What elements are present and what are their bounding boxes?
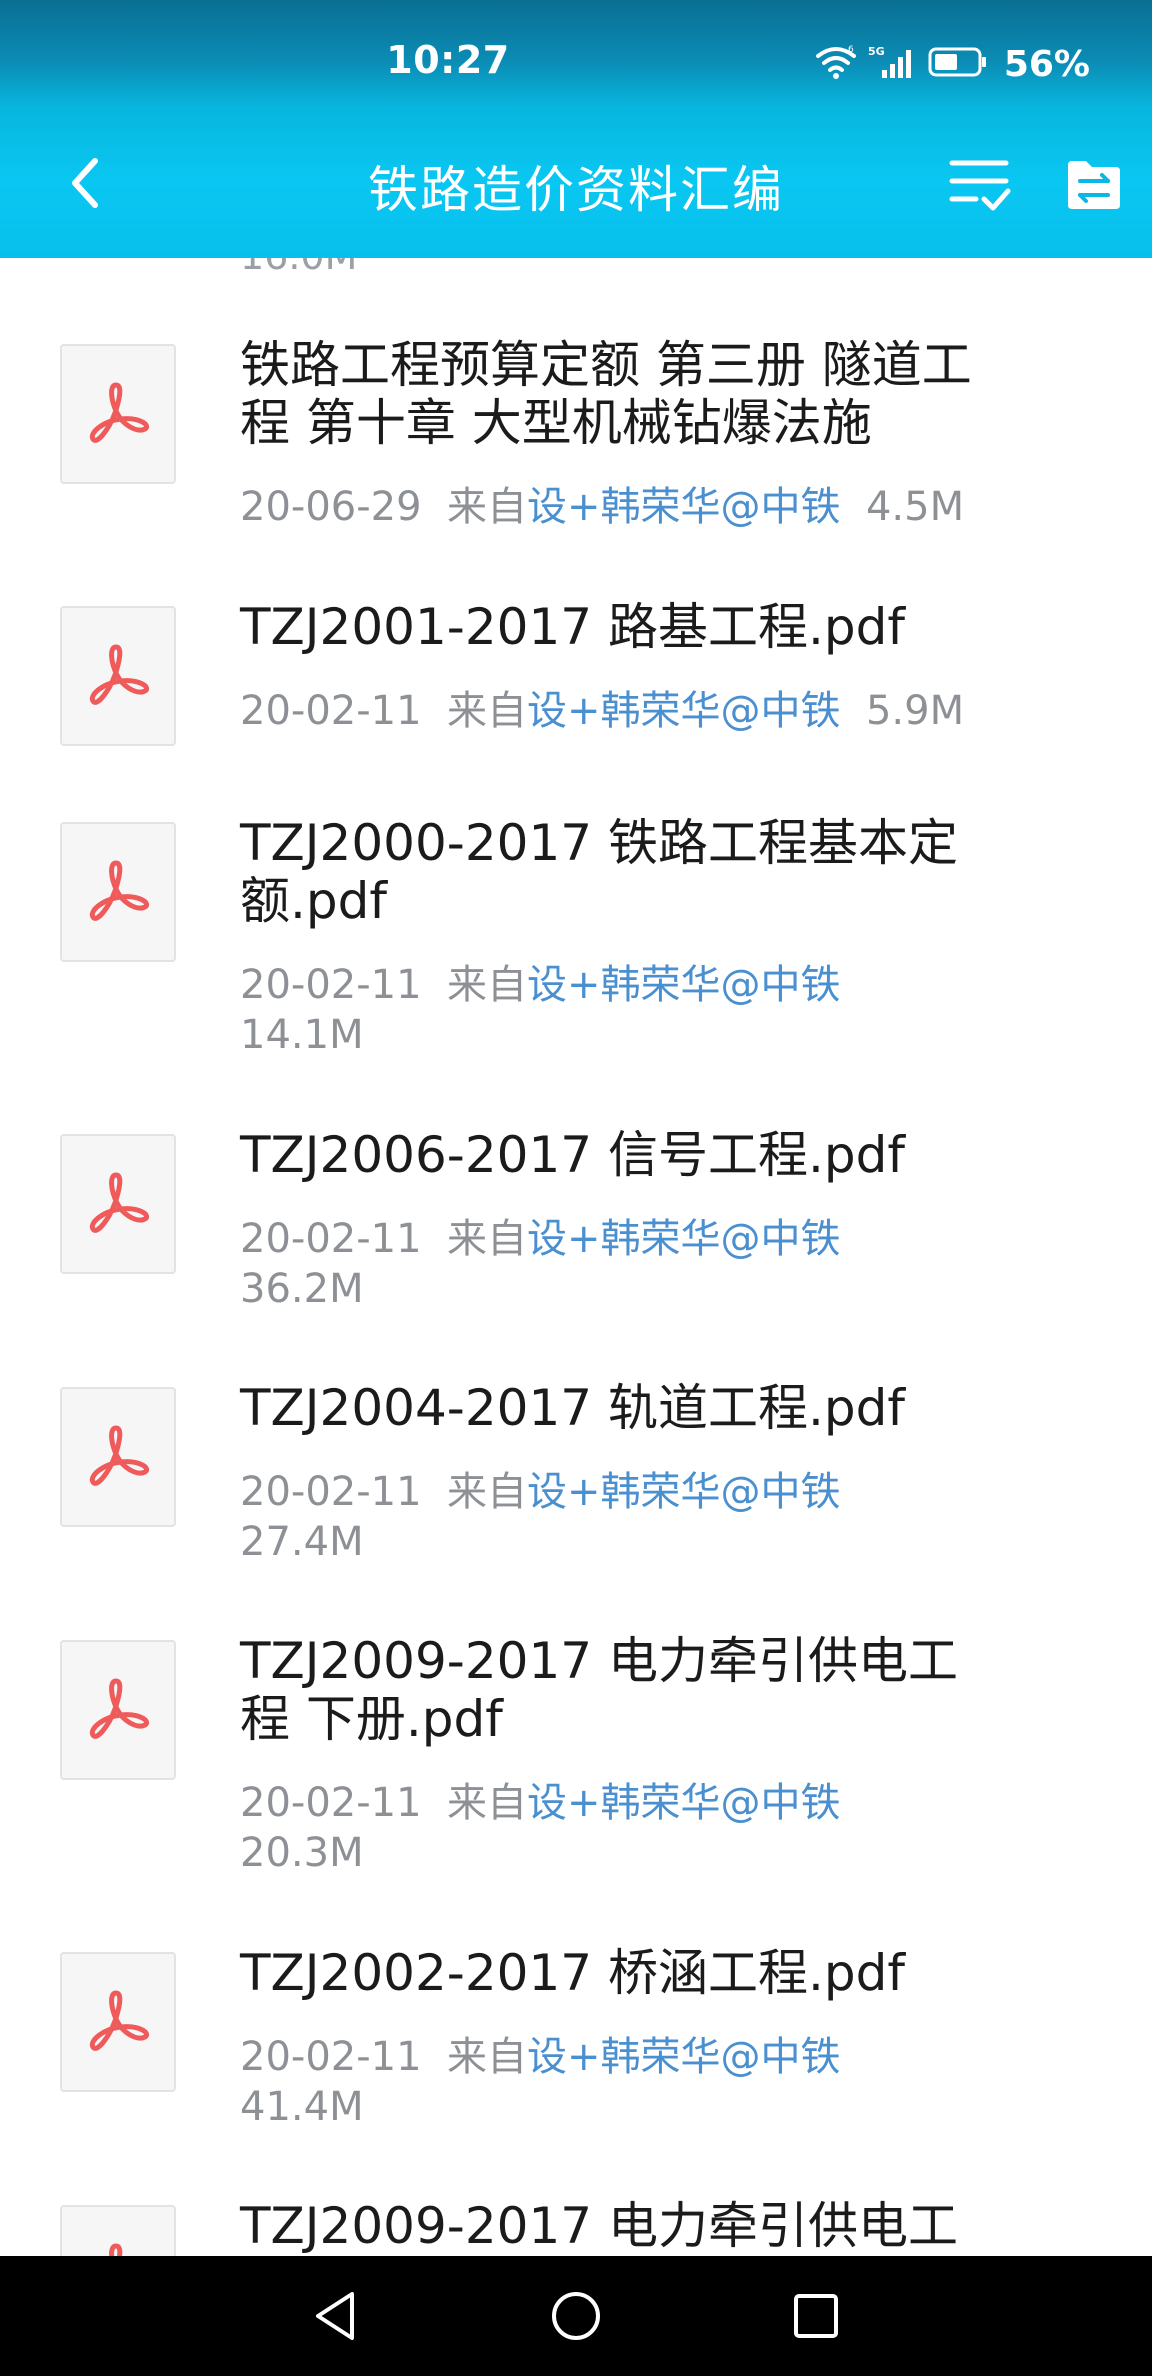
sender-link[interactable]: 设+韩荣华@中铁 (527, 962, 841, 1008)
from-label: 来自 (447, 1780, 527, 1826)
pdf-icon (109, 2243, 123, 2256)
multi-select-button[interactable] (944, 152, 1016, 218)
battery-percent: 56% (1003, 43, 1090, 85)
system-nav-bar (0, 2256, 1152, 2376)
file-size: 5.9M (865, 688, 965, 734)
pdf-file-thumbnail (60, 1387, 176, 1527)
folder-button[interactable] (1058, 152, 1130, 218)
pdf-icon (89, 1172, 149, 1233)
chevron-left-icon (72, 158, 98, 208)
file-meta: 20-02-11 来自设+韩荣华@中铁 5.9M (240, 686, 980, 736)
file-date: 20-02-11 (240, 962, 422, 1008)
file-meta: 20-02-11 来自设+韩荣华@中铁 41.4M (240, 2032, 980, 2132)
triangle-back-icon (316, 2292, 354, 2340)
sender-link[interactable]: 设+韩荣华@中铁 (527, 688, 841, 734)
pdf-file-thumbnail (60, 1952, 176, 2092)
svg-text:6: 6 (848, 45, 854, 55)
sender-link[interactable]: 设+韩荣华@中铁 (527, 1469, 841, 1515)
file-date: 20-02-11 (240, 2034, 422, 2080)
file-date: 20-02-11 (240, 1780, 422, 1826)
file-name: TZJ2006-2017 信号工程.pdf (240, 1126, 905, 1184)
folder-transfer-icon (1068, 161, 1120, 209)
from-label: 来自 (447, 1469, 527, 1515)
file-size: 36.2M (240, 1266, 364, 1312)
cellular-signal-icon: 5G (868, 44, 918, 84)
title-bar: 铁路造价资料汇编 (0, 108, 1152, 258)
sender-link[interactable]: 设+韩荣华@中铁 (527, 484, 841, 530)
file-name: TZJ2009-2017 电力牵引供电工程 下册.pdf (240, 1632, 958, 1748)
nav-recents-button[interactable] (784, 2284, 848, 2348)
list-check-icon (949, 160, 1011, 211)
file-meta: 20-02-11 来自设+韩荣华@中铁 36.2M (240, 1214, 980, 1314)
file-name: TZJ2002-2017 桥涵工程.pdf (240, 1944, 905, 2002)
nav-back-button[interactable] (304, 2284, 368, 2348)
file-name: TZJ2004-2017 轨道工程.pdf (240, 1379, 905, 1437)
status-time: 10:27 (386, 38, 510, 82)
pdf-icon (89, 644, 149, 705)
file-list[interactable]: 16.0M 铁路工程预算定额 第三册 隧道工程 第十章 大型机械钻爆法施 20-… (0, 258, 1152, 2256)
file-size: 41.4M (240, 2084, 364, 2130)
status-bar: 10:27 6 5G 56% (0, 0, 1152, 108)
file-size: 27.4M (240, 1519, 364, 1565)
file-name: TZJ2009-2017 电力牵引供电工 (240, 2197, 958, 2255)
circle-home-icon (552, 2292, 600, 2340)
pdf-icon (89, 1425, 149, 1486)
pdf-file-thumbnail (60, 1640, 176, 1780)
pdf-icon (89, 1678, 149, 1739)
file-date: 20-02-11 (240, 1469, 422, 1515)
file-date: 20-02-11 (240, 1216, 422, 1262)
wifi-icon: 6 (814, 44, 858, 84)
status-icons: 6 5G 56% (814, 43, 1090, 85)
pdf-file-thumbnail (60, 1134, 176, 1274)
pdf-file-thumbnail (60, 2205, 176, 2256)
battery-icon (928, 46, 988, 82)
network-type-label: 5G (868, 45, 885, 58)
pdf-icon (89, 1990, 149, 2051)
square-recents-icon (794, 2294, 838, 2338)
file-date: 20-06-29 (240, 484, 422, 530)
file-name: 铁路工程预算定额 第三册 隧道工程 第十章 大型机械钻爆法施 (240, 336, 972, 452)
page-title: 铁路造价资料汇编 (368, 161, 784, 219)
from-label: 来自 (447, 2034, 527, 2080)
file-meta: 20-02-11 来自设+韩荣华@中铁 27.4M (240, 1467, 980, 1567)
from-label: 来自 (447, 688, 527, 734)
file-meta: 20-06-29 来自设+韩荣华@中铁 4.5M (240, 482, 980, 532)
file-name: TZJ2000-2017 铁路工程基本定额.pdf (240, 814, 958, 930)
sender-link[interactable]: 设+韩荣华@中铁 (527, 1216, 841, 1262)
file-size: 4.5M (865, 484, 965, 530)
sender-link[interactable]: 设+韩荣华@中铁 (527, 1780, 841, 1826)
pdf-icon (89, 382, 149, 443)
pdf-file-thumbnail (60, 822, 176, 962)
file-size: 20.3M (240, 1830, 364, 1876)
app-header: 10:27 6 5G 56% 铁路造价资料汇编 (0, 0, 1152, 258)
from-label: 来自 (447, 484, 527, 530)
file-date: 20-02-11 (240, 688, 422, 734)
file-size: 14.1M (240, 1012, 364, 1058)
back-button[interactable] (50, 148, 120, 218)
pdf-file-thumbnail (60, 606, 176, 746)
partial-previous-size: 16.0M (240, 258, 357, 278)
file-name: TZJ2001-2017 路基工程.pdf (240, 598, 905, 656)
sender-link[interactable]: 设+韩荣华@中铁 (527, 2034, 841, 2080)
file-meta: 20-02-11 来自设+韩荣华@中铁 14.1M (240, 960, 980, 1060)
from-label: 来自 (447, 962, 527, 1008)
nav-home-button[interactable] (544, 2284, 608, 2348)
from-label: 来自 (447, 1216, 527, 1262)
file-meta: 20-02-11 来自设+韩荣华@中铁 20.3M (240, 1778, 980, 1878)
pdf-icon (89, 860, 149, 921)
pdf-file-thumbnail (60, 344, 176, 484)
